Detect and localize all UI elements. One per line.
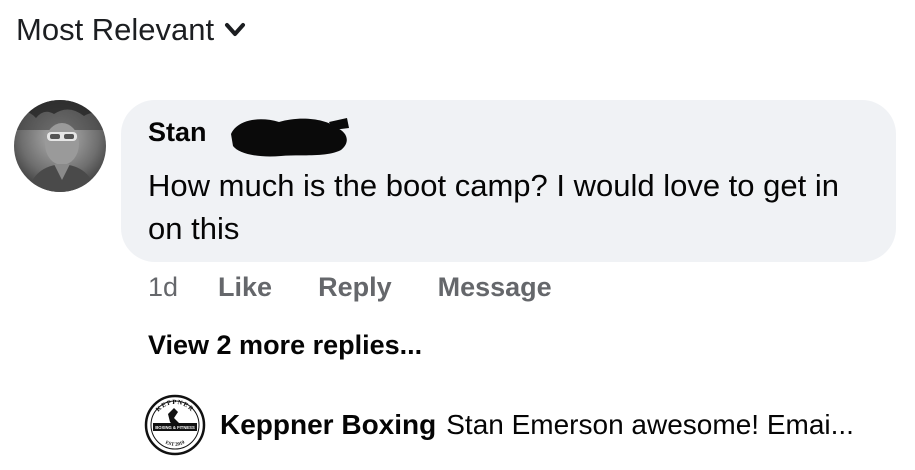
- svg-text:BOXING & FITNESS: BOXING & FITNESS: [155, 425, 195, 430]
- comment-actions: 1d Like Reply Message: [148, 272, 598, 303]
- avatar-photo: [14, 100, 106, 192]
- sort-label: Most Relevant: [16, 12, 215, 47]
- sort-dropdown[interactable]: Most Relevant: [16, 12, 246, 48]
- reply-preview-text: Stan Emerson awesome! Emai...: [446, 409, 854, 440]
- reply-preview[interactable]: KEPPNER BOXING & FITNESS EST 2019 Keppne…: [144, 394, 854, 456]
- avatar[interactable]: [14, 100, 106, 192]
- reply-author[interactable]: Keppner Boxing: [220, 409, 436, 441]
- comment-text: How much is the boot camp? I would love …: [148, 168, 839, 246]
- message-button[interactable]: Message: [438, 272, 552, 303]
- redaction-scribble: [231, 118, 349, 157]
- keppner-boxing-logo: KEPPNER BOXING & FITNESS EST 2019: [144, 394, 206, 456]
- comment-author[interactable]: Stan: [148, 117, 207, 148]
- comment-bubble: Stan How much is the boot camp? I would …: [121, 100, 896, 262]
- comment-timestamp[interactable]: 1d: [148, 272, 178, 303]
- chevron-down-icon: [225, 23, 246, 36]
- reply-button[interactable]: Reply: [318, 272, 392, 303]
- view-more-replies-link[interactable]: View 2 more replies...: [148, 330, 422, 361]
- like-button[interactable]: Like: [218, 272, 272, 303]
